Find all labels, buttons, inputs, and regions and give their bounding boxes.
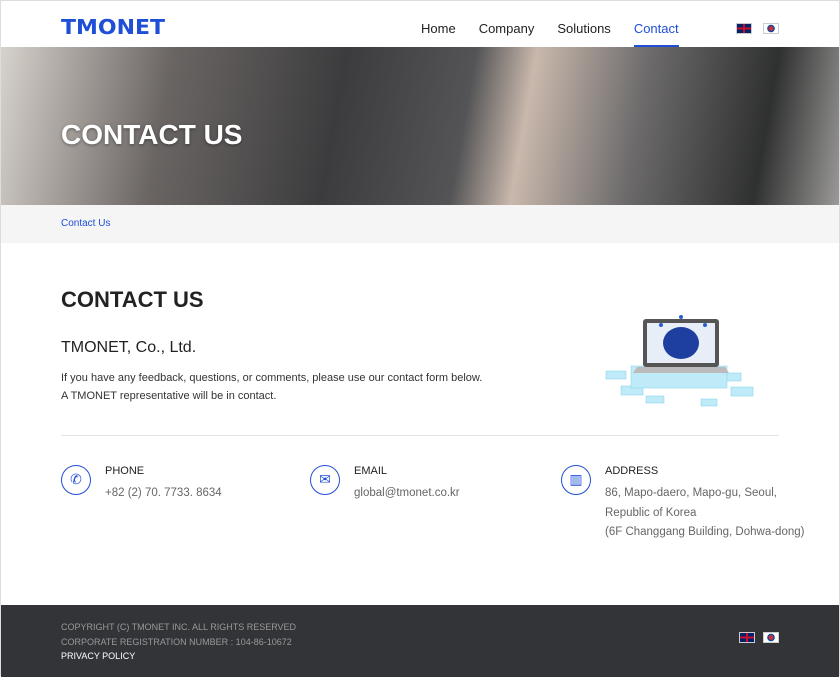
header: TMONET Home Company Solutions Contact	[1, 1, 839, 47]
logo[interactable]: TMONET	[61, 15, 165, 39]
description-line: A TMONET representative will be in conta…	[61, 390, 277, 402]
nav-solutions[interactable]: Solutions	[557, 1, 610, 47]
contact-section: CONTACT US TMONET, Co., Ltd. If you have…	[1, 243, 839, 606]
building-icon: ▥	[561, 465, 591, 495]
divider	[61, 435, 779, 436]
address-line: 86, Mapo-daero, Mapo-gu, Seoul,	[605, 487, 777, 499]
nav-home[interactable]: Home	[421, 1, 456, 47]
hero-banner: CONTACT US	[1, 47, 839, 205]
envelope-icon: ✉	[310, 465, 340, 495]
hero-title: CONTACT US	[61, 119, 243, 150]
email-value[interactable]: global@tmonet.co.kr	[354, 484, 460, 504]
main-nav: Home Company Solutions Contact	[421, 1, 702, 47]
phone-icon: ✆	[61, 465, 91, 495]
address-line: Republic of Korea	[605, 506, 697, 519]
footer: COPYRIGHT (C) TMONET INC. ALL RIGHTS RES…	[1, 605, 839, 677]
breadcrumb-item[interactable]: Contact Us	[61, 218, 110, 229]
company-name: TMONET, Co., Ltd.	[61, 339, 197, 356]
page-title: CONTACT US	[61, 287, 204, 312]
laptop-globe-illustration	[605, 315, 754, 407]
description: If you have any feedback, questions, or …	[61, 369, 482, 405]
nav-company[interactable]: Company	[479, 1, 535, 47]
korea-flag-icon[interactable]	[763, 23, 779, 34]
registration-number: CORPORATE REGISTRATION NUMBER : 104-86-1…	[61, 636, 292, 647]
phone-value: +82 (2) 70. 7733. 8634	[105, 487, 222, 499]
korea-flag-icon[interactable]	[763, 632, 779, 643]
privacy-policy-link[interactable]: PRIVACY POLICY	[61, 649, 779, 664]
address-line: (6F Changgang Building, Dohwa-dong)	[605, 526, 805, 538]
breadcrumb: Contact Us	[1, 205, 839, 243]
description-line: If you have any feedback, questions, or …	[61, 372, 483, 384]
copyright: COPYRIGHT (C) TMONET INC. ALL RIGHTS RES…	[61, 622, 297, 632]
uk-flag-icon[interactable]	[736, 23, 752, 34]
phone-label: PHONE	[105, 465, 145, 477]
uk-flag-icon[interactable]	[739, 632, 755, 643]
address-label: ADDRESS	[605, 465, 659, 477]
email-label: EMAIL	[354, 465, 388, 477]
address-value: 86, Mapo-daero, Mapo-gu, Seoul, Republic…	[605, 484, 804, 543]
nav-contact[interactable]: Contact	[633, 1, 679, 47]
